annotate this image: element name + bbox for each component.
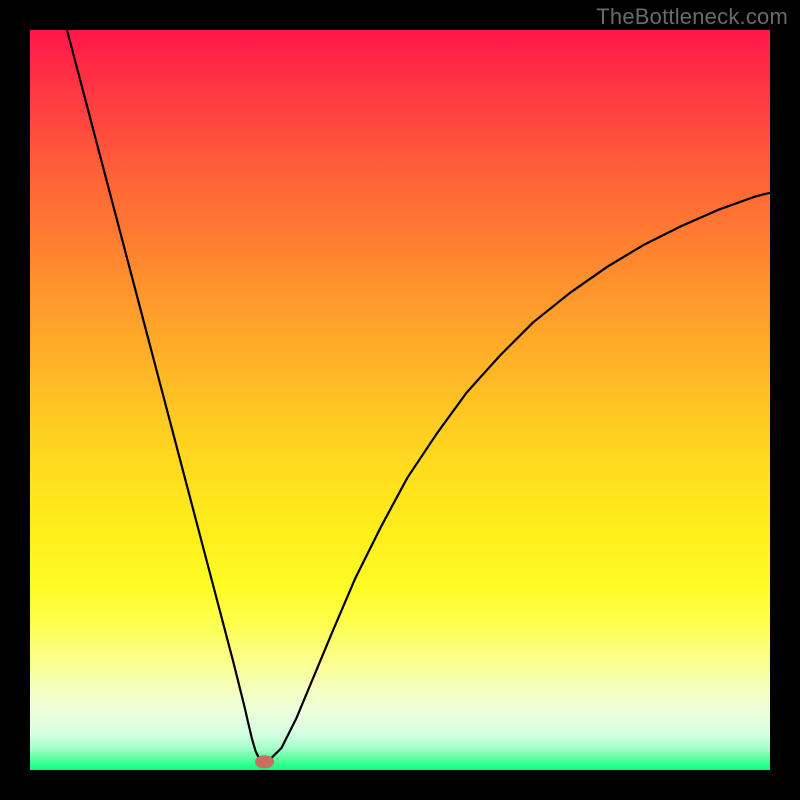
curve-svg bbox=[30, 30, 770, 770]
chart-frame: TheBottleneck.com bbox=[0, 0, 800, 800]
watermark-text: TheBottleneck.com bbox=[596, 4, 788, 30]
plot-area bbox=[30, 30, 770, 770]
min-marker bbox=[255, 755, 274, 768]
bottleneck-curve bbox=[67, 30, 770, 761]
